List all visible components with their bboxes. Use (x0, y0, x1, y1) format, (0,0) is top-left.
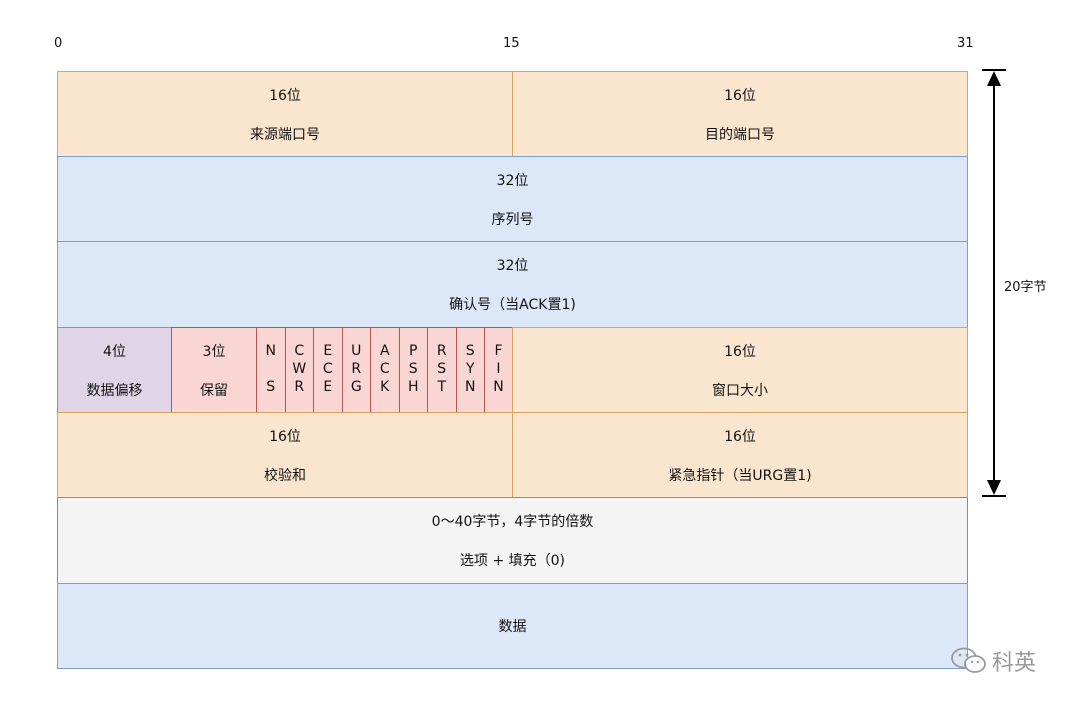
field-name: 数据偏移 (86, 382, 143, 399)
flag-fin: F I N (484, 327, 513, 413)
flag-psh: P S H (398, 327, 428, 413)
flag-ns: N S (256, 327, 286, 413)
flag-letter: R (294, 379, 305, 395)
flag-ack: A C K (370, 327, 400, 413)
flag-rst: R S T (427, 327, 457, 413)
flag-letter: I (496, 361, 501, 377)
bit-position-31: 31 (957, 36, 974, 51)
flag-letter: R (436, 343, 447, 359)
field-bits: 4位 (103, 343, 126, 360)
field-bits: 16位 (269, 87, 301, 104)
flag-letter: F (494, 343, 503, 359)
bit-position-0: 0 (54, 36, 63, 51)
field-name: 目的端口号 (705, 126, 775, 143)
flag-letter: Y (465, 361, 475, 377)
header-size-label: 20字节 (1004, 280, 1047, 295)
field-name: 保留 (200, 382, 228, 399)
wechat-icon (951, 647, 986, 673)
sequence-number-field: 32位 序列号 (57, 156, 968, 242)
field-bits: 16位 (724, 343, 756, 360)
field-name: 紧急指针（当URG置1) (668, 467, 812, 484)
flag-letter: K (380, 379, 390, 395)
flag-letter: S (408, 361, 418, 377)
urgent-pointer-field: 16位 紧急指针（当URG置1) (512, 412, 968, 498)
field-bits: 3位 (202, 343, 226, 360)
watermark-text: 科英 (992, 651, 1037, 676)
flag-letter: U (351, 343, 362, 359)
field-bits: 16位 (269, 428, 301, 445)
field-name: 校验和 (264, 467, 306, 484)
flag-letter: S (437, 361, 447, 377)
window-size-field: 16位 窗口大小 (512, 327, 968, 413)
dest-port-field: 16位 目的端口号 (512, 71, 968, 157)
field-name: 序列号 (491, 211, 534, 228)
flag-letter: E (323, 343, 333, 359)
field-bits: 0～40字节，4字节的倍数 (431, 514, 594, 530)
flag-letter: A (379, 343, 390, 359)
ack-number-field: 32位 确认号（当ACK置1) (57, 241, 968, 328)
flag-letter: T (437, 379, 447, 395)
flag-urg: U R G (341, 327, 371, 413)
flag-cwr: C W R (284, 327, 314, 413)
data-field: 数据 (57, 583, 968, 669)
field-bits: 16位 (724, 87, 756, 104)
flag-letter: P (409, 343, 418, 359)
flag-letter: C (379, 361, 390, 377)
field-name: 数据 (498, 619, 527, 635)
field-name: 窗口大小 (712, 382, 768, 399)
flag-letter (257, 360, 285, 378)
flag-letter: N (465, 379, 476, 395)
flag-letter: G (350, 379, 362, 395)
field-name: 确认号（当ACK置1) (449, 297, 576, 313)
reserved-field: 3位 保留 (171, 327, 257, 413)
flag-syn: S Y N (455, 327, 485, 413)
field-name: 来源端口号 (250, 126, 320, 143)
flag-letter: C (322, 361, 333, 377)
options-field: 0～40字节，4字节的倍数 选项 + 填充（0) (57, 497, 968, 584)
flag-letter: H (407, 379, 419, 395)
flag-letter: R (351, 361, 362, 377)
flag-letter: N (265, 343, 276, 359)
flag-letter: W (292, 361, 307, 377)
flag-letter: S (465, 343, 475, 359)
field-bits: 32位 (496, 258, 529, 274)
bit-position-15: 15 (503, 36, 520, 51)
flag-letter: E (323, 379, 333, 395)
field-name: 选项 + 填充（0) (460, 553, 565, 569)
watermark: 科英 (950, 645, 1036, 677)
field-bits: 16位 (724, 428, 756, 445)
source-port-field: 16位 来源端口号 (57, 71, 513, 157)
data-offset-field: 4位 数据偏移 (57, 327, 172, 413)
flag-ece: E C E (313, 327, 343, 413)
flag-letter: N (493, 379, 504, 395)
field-bits: 32位 (496, 172, 529, 189)
checksum-field: 16位 校验和 (57, 412, 513, 498)
flag-letter: S (266, 379, 276, 395)
flag-letter: C (294, 343, 305, 359)
